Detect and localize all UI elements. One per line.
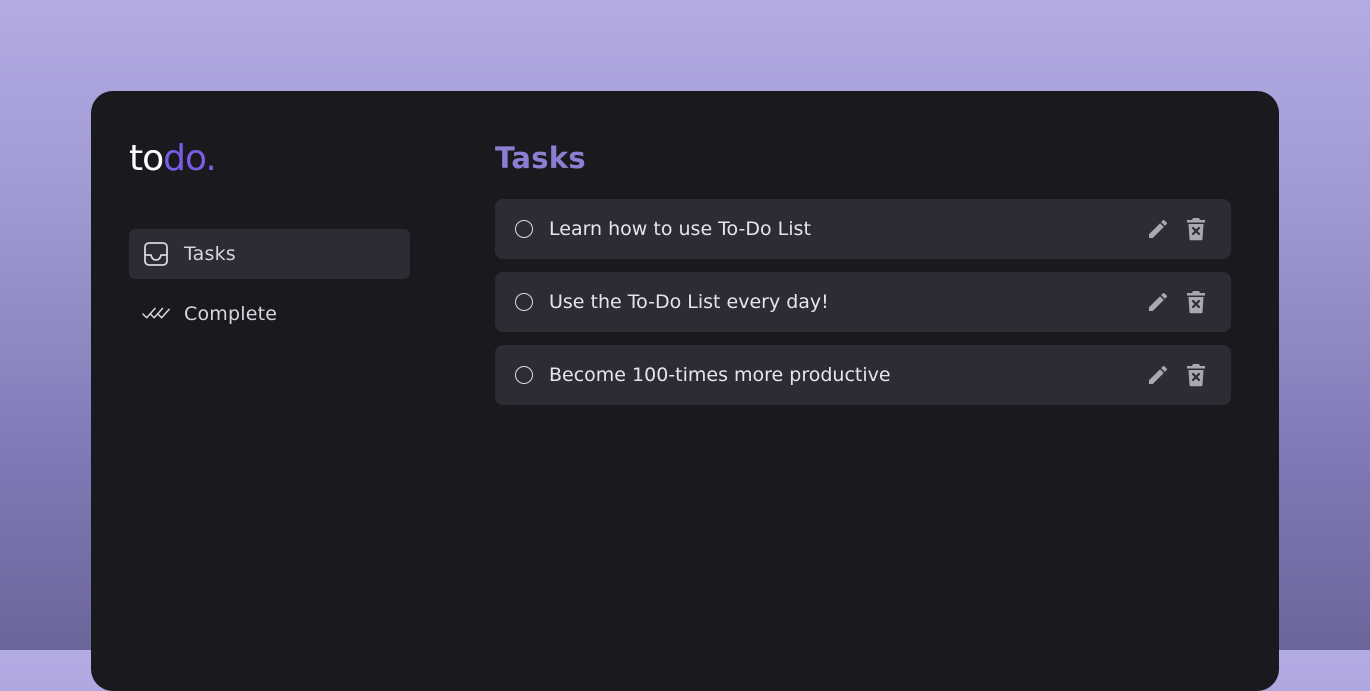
- app-logo: todo.: [129, 135, 217, 183]
- task-actions: [1145, 289, 1209, 315]
- task-text: Use the To-Do List every day!: [549, 291, 829, 313]
- edit-icon[interactable]: [1145, 216, 1171, 242]
- delete-icon[interactable]: [1183, 216, 1209, 242]
- task-text: Learn how to use To-Do List: [549, 218, 811, 240]
- task-actions: [1145, 362, 1209, 388]
- edit-icon[interactable]: [1145, 289, 1171, 315]
- task-item: Become 100-times more productive: [495, 345, 1231, 405]
- task-item: Use the To-Do List every day!: [495, 272, 1231, 332]
- logo-text-do: do.: [163, 138, 217, 179]
- sidebar-item-label: Tasks: [184, 243, 236, 265]
- delete-icon[interactable]: [1183, 289, 1209, 315]
- double-check-icon: [142, 300, 170, 328]
- task-actions: [1145, 216, 1209, 242]
- task-checkbox[interactable]: [515, 293, 533, 311]
- page-title: Tasks: [495, 141, 586, 175]
- logo-text-to: to: [129, 138, 164, 179]
- task-item: Learn how to use To-Do List: [495, 199, 1231, 259]
- task-checkbox[interactable]: [515, 366, 533, 384]
- inbox-icon: [142, 240, 170, 268]
- sidebar-item-tasks[interactable]: Tasks: [129, 229, 410, 279]
- task-checkbox[interactable]: [515, 220, 533, 238]
- task-text: Become 100-times more productive: [549, 364, 891, 386]
- sidebar-item-complete[interactable]: Complete: [129, 289, 410, 339]
- edit-icon[interactable]: [1145, 362, 1171, 388]
- app-window: todo. Tasks Complete Tasks Learn how to …: [91, 91, 1279, 691]
- sidebar-item-label: Complete: [184, 303, 278, 325]
- delete-icon[interactable]: [1183, 362, 1209, 388]
